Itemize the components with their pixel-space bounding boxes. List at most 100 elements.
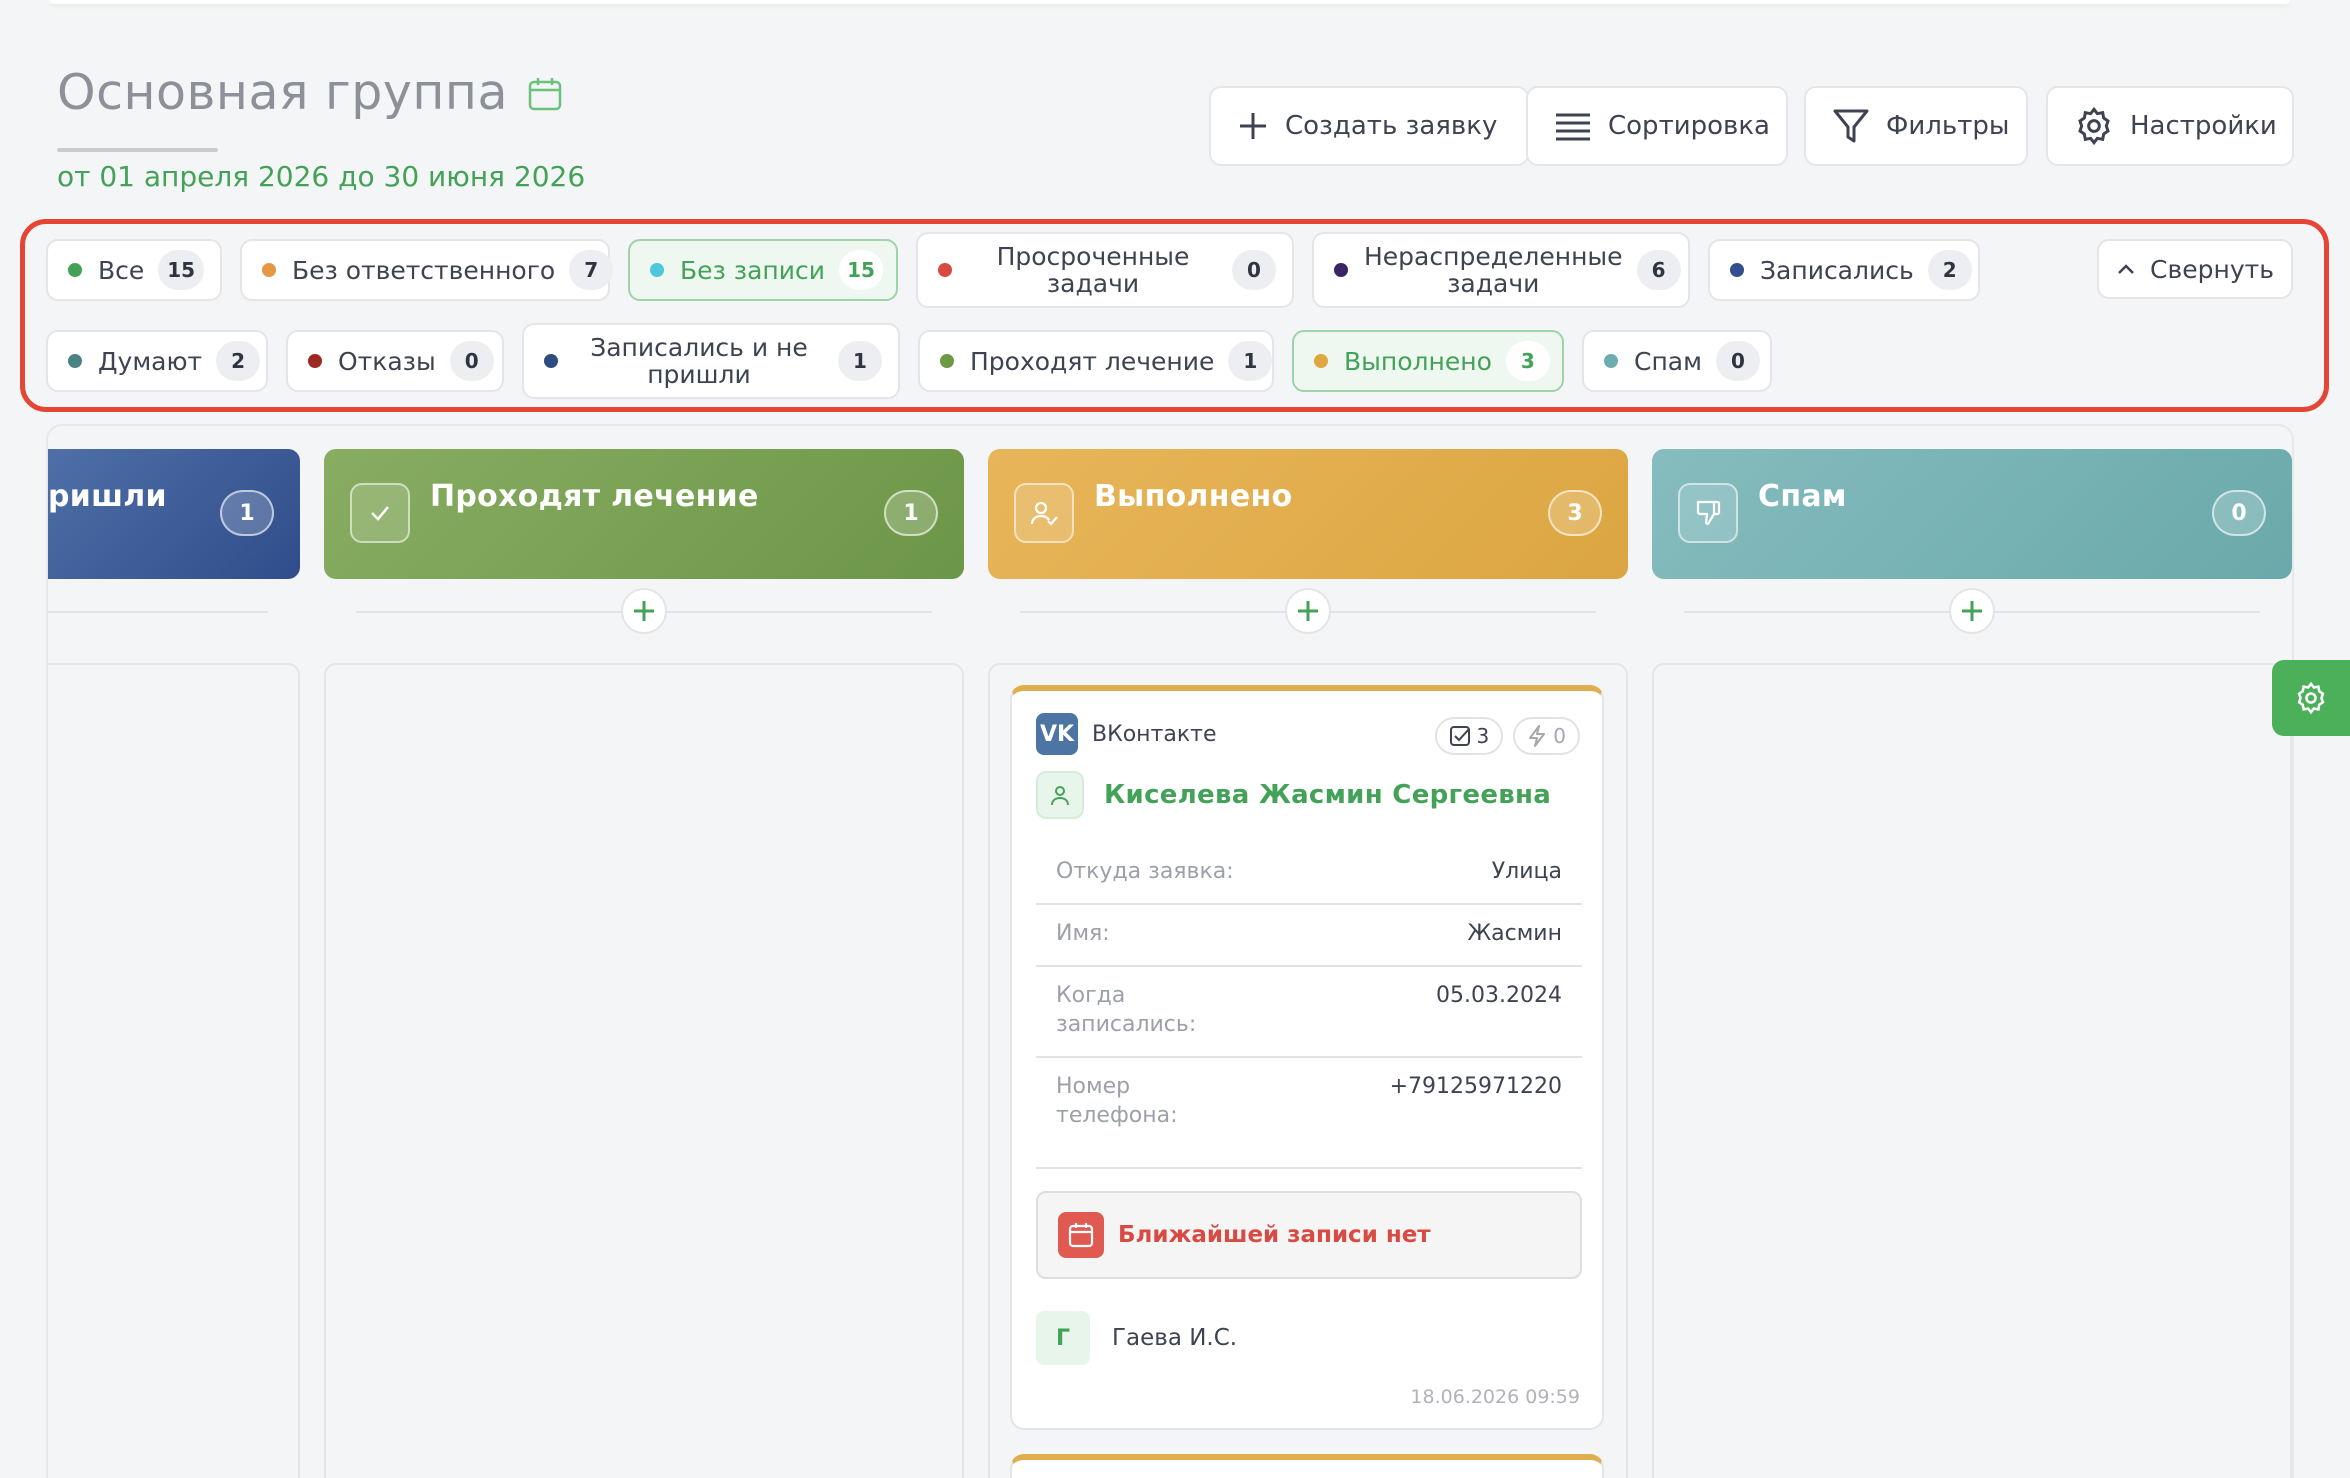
filter-chip-overdue-tasks[interactable]: Просроченные задачи 0 (916, 232, 1294, 308)
tasks-badge[interactable]: 3 (1434, 717, 1504, 755)
status-dot (262, 263, 276, 277)
filter-chip-booked[interactable]: Записались 2 (1708, 239, 1980, 301)
column-divider (48, 611, 268, 613)
filter-label: Спам (1634, 346, 1702, 376)
actions-count: 0 (1553, 724, 1566, 748)
field-name: Имя: Жасмин (1036, 905, 1582, 967)
avatar: Г (1036, 1311, 1090, 1365)
filters-button[interactable]: Фильтры (1804, 86, 2028, 166)
sort-label: Сортировка (1608, 111, 1770, 141)
column-header-spam[interactable]: Спам 0 (1652, 449, 2292, 579)
status-dot (938, 263, 952, 277)
card-badges: 3 0 (1434, 717, 1580, 755)
field-source: Откуда заявка: Улица (1036, 843, 1582, 905)
status-dot (68, 263, 82, 277)
field-value: +79125971220 (1389, 1074, 1562, 1099)
column-body (324, 663, 964, 1478)
client-name: Киселева Жасмин Сергеевна (1104, 780, 1552, 810)
settings-label: Настройки (2130, 111, 2277, 141)
chevron-up-icon (2118, 264, 2134, 274)
lightning-icon (1529, 725, 1546, 747)
plus-icon (1298, 601, 1318, 621)
column-header-done[interactable]: Выполнено 3 (988, 449, 1628, 579)
filter-label: Нераспределенные задачи (1364, 242, 1623, 298)
gear-icon (2078, 106, 2110, 146)
check-icon (350, 483, 410, 543)
client-row[interactable]: Киселева Жасмин Сергеевна (1036, 771, 1551, 819)
request-card[interactable] (1010, 1454, 1604, 1478)
column-title: Спам (1758, 479, 1847, 514)
filter-count: 0 (1715, 341, 1760, 381)
filter-chip-spam[interactable]: Спам 0 (1582, 330, 1772, 392)
filter-icon (1833, 109, 1869, 143)
field-key: Откуда заявка: (1056, 859, 1234, 884)
column-count: 1 (884, 490, 938, 536)
add-card-button[interactable] (1285, 588, 1331, 634)
field-booked-date: Когда записались: 05.03.2024 (1036, 967, 1582, 1058)
column-count: 3 (1548, 490, 1602, 536)
add-card-button[interactable] (1949, 588, 1995, 634)
filter-chip-no-record[interactable]: Без записи 15 (628, 239, 898, 301)
create-request-button[interactable]: Создать заявку (1209, 86, 1529, 166)
filter-chip-done[interactable]: Выполнено 3 (1292, 330, 1564, 392)
add-card-button[interactable] (621, 588, 667, 634)
column-count: 0 (2212, 490, 2266, 536)
sort-button[interactable]: Сортировка (1526, 86, 1788, 166)
card-date: 18.06.2026 09:59 (1410, 1386, 1580, 1408)
column-header-booked-no-show[interactable]: ришли 1 (48, 449, 300, 579)
checkbox-icon (1449, 726, 1470, 746)
title-underline (57, 148, 218, 152)
filter-count: 6 (1636, 250, 1681, 290)
plus-icon (634, 601, 654, 621)
filter-count: 2 (216, 341, 261, 381)
field-value: Улица (1491, 859, 1562, 884)
tasks-count: 3 (1476, 724, 1490, 748)
filter-chip-booked-no-show[interactable]: Записались и не пришли 1 (522, 323, 900, 399)
collapse-filters-button[interactable]: Свернуть (2097, 239, 2293, 299)
filter-chip-no-responsible[interactable]: Без ответственного 7 (240, 239, 614, 301)
column-body (1652, 663, 2292, 1478)
field-value: 05.03.2024 (1436, 983, 1562, 1008)
column-body (48, 663, 300, 1478)
filter-label: Отказы (338, 346, 436, 376)
user-check-icon (1014, 483, 1074, 543)
filter-chip-refusals[interactable]: Отказы 0 (286, 330, 504, 392)
filter-chip-unassigned-tasks[interactable]: Нераспределенные задачи 6 (1312, 232, 1690, 308)
status-dot (1334, 263, 1348, 277)
responsible-row[interactable]: Г Гаева И.С. (1036, 1311, 1237, 1365)
period-range[interactable]: от 01 апреля 2026 до 30 июня 2026 (57, 160, 585, 193)
filter-chip-all[interactable]: Все 15 (46, 239, 222, 301)
status-dot (544, 354, 558, 368)
filter-chip-thinking[interactable]: Думают 2 (46, 330, 268, 392)
field-key: Имя: (1056, 921, 1110, 946)
status-dot (1604, 354, 1618, 368)
column-header-in-treatment[interactable]: Проходят лечение 1 (324, 449, 964, 579)
actions-badge[interactable]: 0 (1513, 717, 1580, 755)
filter-count: 2 (1927, 250, 1972, 290)
filter-label: Без записи (680, 255, 825, 285)
calendar-icon[interactable] (527, 76, 563, 112)
filter-count: 1 (1228, 341, 1273, 381)
nearest-record-box[interactable]: Ближайшей записи нет (1036, 1191, 1582, 1279)
page-title: Основная группа (57, 64, 508, 121)
create-request-label: Создать заявку (1285, 111, 1498, 141)
gear-icon (2297, 681, 2325, 715)
status-dot (940, 354, 954, 368)
nearest-record-label: Ближайшей записи нет (1118, 1222, 1431, 1248)
side-settings-button[interactable] (2272, 660, 2350, 736)
column-title: Проходят лечение (430, 479, 759, 514)
card-source: VK ВКонтакте (1036, 713, 1217, 755)
filter-count: 1 (838, 341, 882, 381)
field-key: Когда записались: (1056, 983, 1197, 1037)
field-value: Жасмин (1467, 921, 1562, 946)
filter-count: 3 (1505, 341, 1550, 381)
responsible-name: Гаева И.С. (1112, 1325, 1238, 1351)
filter-label: Записались и не пришли (590, 333, 808, 389)
filter-label: Без ответственного (292, 255, 556, 285)
plus-icon (1240, 113, 1266, 139)
settings-button[interactable]: Настройки (2046, 86, 2294, 166)
request-card[interactable]: VK ВКонтакте 3 0 Киселева Жасмин Сергеев… (1010, 685, 1604, 1430)
filter-chip-in-treatment[interactable]: Проходят лечение 1 (918, 330, 1274, 392)
vk-icon: VK (1036, 713, 1078, 755)
collapse-label: Свернуть (2150, 254, 2274, 284)
